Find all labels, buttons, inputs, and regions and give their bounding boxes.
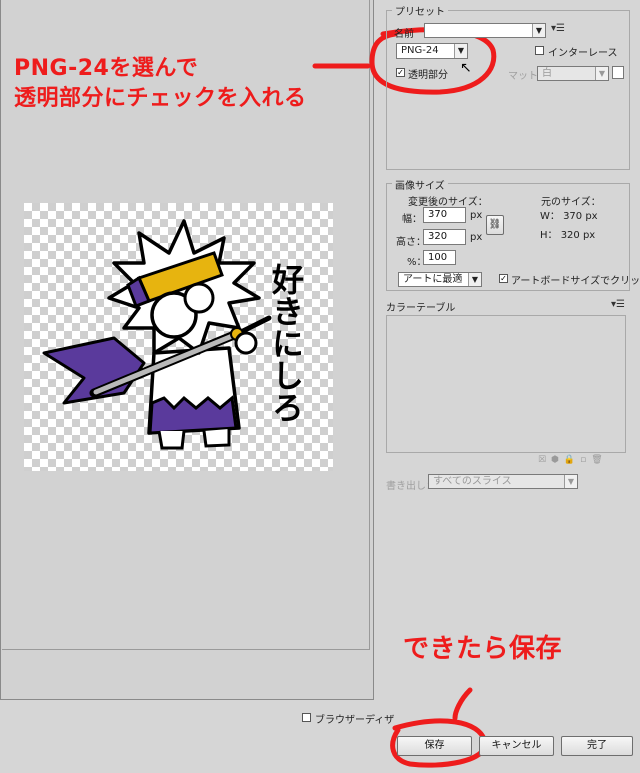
browser-dither-checkbox[interactable] — [302, 713, 311, 722]
chevron-down-icon: ▼ — [564, 475, 577, 488]
width-input[interactable]: 370 — [423, 207, 466, 223]
color-table-icons: ☒⬢🔒▫🗑 — [538, 455, 608, 465]
format-select[interactable]: PNG-24 ▼ — [396, 43, 468, 59]
annotation-save-stroke — [452, 687, 473, 721]
image-size-legend: 画像サイズ — [392, 177, 448, 192]
resample-select[interactable]: アートに最適 ▼ — [398, 272, 482, 287]
link-chain-icon[interactable]: ⛓ — [486, 215, 504, 235]
chevron-down-icon: ▼ — [532, 24, 545, 37]
orig-height: H： 320 px — [540, 230, 596, 241]
cancel-button[interactable]: キャンセル — [479, 736, 554, 756]
format-value: PNG-24 — [401, 45, 439, 56]
height-label: 高さ： — [396, 237, 426, 248]
orig-size-label: 元のサイズ： — [541, 197, 601, 208]
height-unit: px — [470, 232, 483, 243]
interlace-checkbox[interactable] — [535, 46, 544, 55]
percent-input[interactable]: 100 — [423, 250, 456, 265]
matte-value: 白 — [542, 68, 552, 79]
transparency-label: 透明部分 — [408, 70, 448, 81]
matte-color-swatch[interactable] — [612, 66, 624, 79]
width-label: 幅： — [402, 214, 422, 225]
matte-label: マット — [508, 71, 538, 82]
color-table-title: カラーテーブル — [386, 303, 456, 314]
width-unit: px — [470, 210, 483, 221]
color-table-menu-icon[interactable]: ▾☰ — [611, 299, 625, 310]
resample-value: アートに最適 — [403, 274, 463, 285]
color-table-area — [386, 315, 626, 453]
transparency-checkbox[interactable]: ✓ — [396, 68, 405, 77]
preset-menu-icon[interactable]: ▾☰ — [551, 23, 565, 34]
new-size-label: 変更後のサイズ： — [408, 197, 488, 208]
clip-label: アートボードサイズでクリップ — [511, 276, 640, 287]
preset-name-select[interactable]: ▼ — [424, 23, 546, 38]
orig-width: W： 370 px — [540, 211, 598, 222]
preset-name-label: 名前 — [394, 29, 414, 40]
done-button[interactable]: 完了 — [561, 736, 633, 756]
chevron-down-icon: ▼ — [595, 67, 608, 80]
clip-checkbox[interactable]: ✓ — [499, 274, 508, 283]
export-value: すべてのスライス — [433, 476, 512, 487]
export-select[interactable]: すべてのスライス ▼ — [428, 474, 578, 489]
interlace-label: インターレース — [548, 48, 618, 59]
matte-select[interactable]: 白 ▼ — [537, 66, 609, 81]
chevron-down-icon: ▼ — [468, 273, 481, 286]
browser-dither-label: ブラウザーディザ — [315, 715, 395, 726]
save-button[interactable]: 保存 — [397, 736, 472, 756]
height-input[interactable]: 320 — [423, 229, 466, 245]
preset-legend: プリセット — [392, 3, 448, 18]
chevron-down-icon: ▼ — [454, 44, 467, 58]
mouse-cursor-icon: ↖ — [460, 60, 472, 76]
